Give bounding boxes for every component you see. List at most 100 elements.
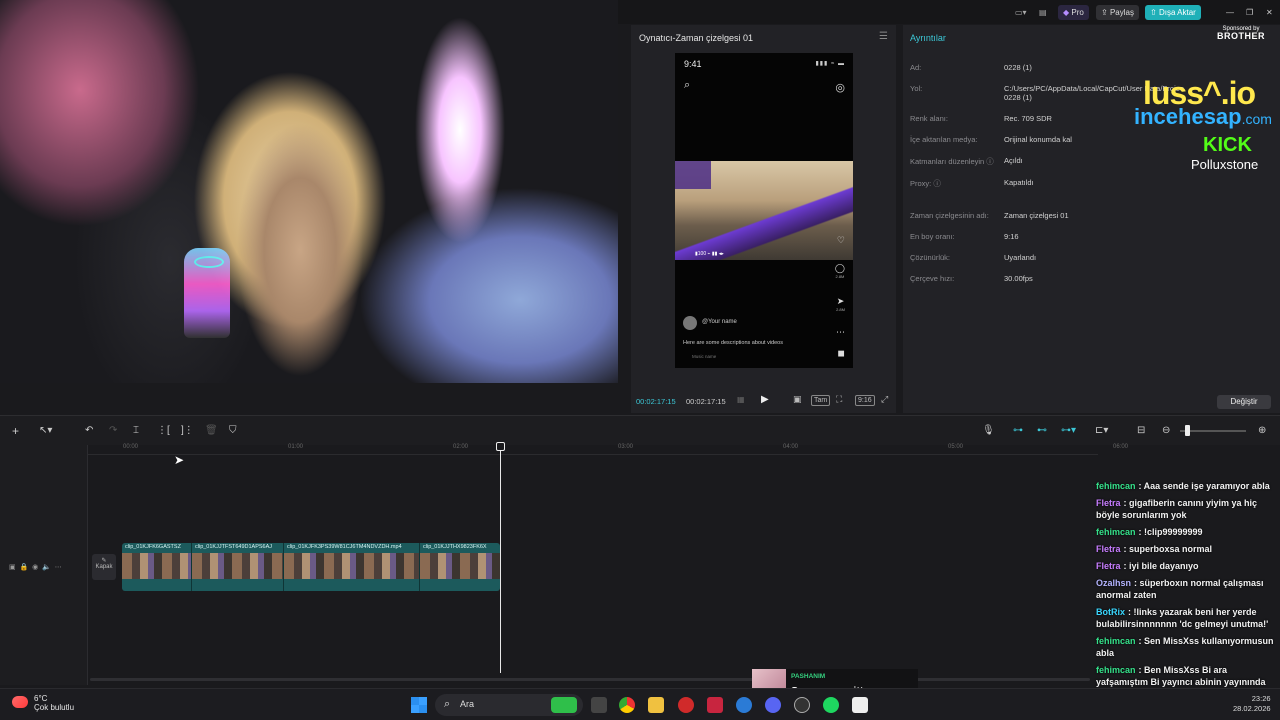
playhead-handle[interactable]: [496, 442, 505, 451]
split-left-icon[interactable]: ⋮[: [157, 425, 170, 437]
settings-icon[interactable]: [736, 697, 752, 713]
chat-message: fehimcan: Sen MissXss kullanıyormusun ab…: [1096, 635, 1280, 659]
player-title: Oynatıcı-Zaman çizelgesi 01: [639, 33, 754, 43]
timecode-total: 00:02:17:15: [686, 397, 726, 406]
capcut-icon[interactable]: [852, 697, 868, 713]
chat-username: fehimcan: [1096, 635, 1136, 646]
chat-username: Ozalhsn: [1096, 577, 1132, 588]
more-icon[interactable]: ⋯: [55, 564, 62, 571]
timeline-scrollbar[interactable]: [90, 678, 1090, 681]
ruler-label: 01:00: [288, 444, 304, 450]
phone-username: @Your name: [702, 319, 737, 325]
phone-status-icon: ▮▮▮ ≈ ▬: [815, 61, 845, 67]
video-track[interactable]: clip_01KJFK6GASTSZ clip_01KJJTFST649D1AP…: [122, 543, 500, 591]
webcam-video: [0, 0, 618, 383]
chat-message: Fletra: gigafiberin canını yiyim ya hiç …: [1096, 497, 1280, 521]
add-track-icon[interactable]: +: [12, 425, 19, 437]
play-icon[interactable]: ▶: [761, 394, 769, 405]
search-icon: ⌕: [444, 698, 451, 710]
discord-icon[interactable]: [765, 697, 781, 713]
close-icon[interactable]: ✕: [1261, 5, 1278, 20]
minimize-icon[interactable]: —: [1221, 5, 1239, 20]
change-button[interactable]: Değiştir: [1217, 395, 1271, 409]
kick-channel-name: Polluxstone: [1191, 157, 1259, 172]
windows-start-icon[interactable]: [411, 697, 427, 713]
cover-button[interactable]: ✎ Kapak: [92, 554, 116, 580]
zoom-slider-handle[interactable]: [1185, 425, 1190, 436]
phone-preview[interactable]: 9:41 ▮▮▮ ≈ ▬ ⌕ ◎ ▮100 ⌁ ▮▮ ◂▸ ♡ ◯ 2.8M ➤ 2…: [675, 53, 853, 368]
clock[interactable]: 23:26 28.02.2026: [1233, 694, 1271, 714]
video-clip[interactable]: clip_01KJFK3PS39W81CJ6TM4NDVZDH.mp4: [284, 543, 420, 591]
app-circle-icon[interactable]: [794, 697, 810, 713]
redo-icon[interactable]: ↷: [109, 425, 117, 437]
pro-icon: ◆: [1063, 8, 1070, 17]
spotify-icon[interactable]: [823, 697, 839, 713]
task-view-icon[interactable]: [591, 697, 607, 713]
search-placeholder: Ara: [460, 699, 475, 709]
artist-name: PASHANIM: [791, 673, 826, 680]
fullscreen-icon[interactable]: ⤢: [881, 394, 888, 405]
share-button[interactable]: ⇪ Paylaş: [1096, 5, 1139, 20]
search-highlight-icon: [551, 697, 577, 713]
video-clip[interactable]: clip_01KJFK6GASTSZ: [122, 543, 192, 591]
grid-icon[interactable]: ▦: [737, 395, 745, 404]
video-clip[interactable]: clip_01KJJTFST649D1APS6AJ: [192, 543, 284, 591]
app-red-icon[interactable]: [678, 697, 694, 713]
timeline-ruler[interactable]: 00:00 01:00 02:00 03:00 04:00 05:00 06:0…: [88, 444, 1128, 455]
zoom-out-icon[interactable]: ⊖: [1162, 425, 1170, 437]
zoom-in-icon[interactable]: ⊕: [1258, 425, 1266, 437]
link-main-icon[interactable]: ⊶: [1013, 425, 1023, 437]
taskbar-search[interactable]: ⌕ Ara: [435, 694, 583, 716]
lock-icon[interactable]: 🔒: [20, 564, 29, 571]
chat-username: fehimcan: [1096, 664, 1136, 675]
track-select-icon[interactable]: ▣: [9, 564, 16, 571]
export-button[interactable]: ⇧ Dışa Aktar: [1145, 5, 1201, 20]
chrome-icon[interactable]: [619, 697, 635, 713]
video-clip[interactable]: clip_01KJJTHX9823FK6X: [420, 543, 500, 591]
snapshot-icon[interactable]: ▣: [793, 394, 802, 405]
export-icon: ⇧: [1150, 8, 1157, 17]
maximize-icon[interactable]: ❐: [1241, 5, 1258, 20]
split-right-icon[interactable]: ]⋮: [181, 425, 194, 437]
layout-icon[interactable]: ▭▾: [1010, 5, 1032, 20]
fit-button[interactable]: Tam: [811, 395, 831, 406]
chat-username: Fletra: [1096, 543, 1121, 554]
timeline-area[interactable]: 00:00 01:00 02:00 03:00 04:00 05:00 06:0…: [0, 442, 1128, 685]
chat-message: BotRix: !links yazarak beni her yerde bu…: [1096, 606, 1280, 630]
phone-camera-icon: ◎: [835, 82, 845, 94]
vivaldi-icon[interactable]: [707, 697, 723, 713]
shield-icon[interactable]: ⛉: [229, 425, 237, 437]
chat-text: : !clip99999999: [1138, 526, 1203, 537]
music-disc-icon: ◼: [837, 348, 845, 358]
undo-icon[interactable]: ↶: [85, 425, 93, 437]
chat-message: fehimcan: Ben MissXss Bi ara yafşamıştım…: [1096, 664, 1280, 688]
ruler-label: 00:00: [123, 444, 139, 450]
microphone-icon[interactable]: 🎙: [982, 425, 995, 437]
chat-username: BotRix: [1096, 606, 1125, 617]
magnet-icon[interactable]: ⊷: [1037, 425, 1047, 437]
file-explorer-icon[interactable]: [648, 697, 664, 713]
crop-icon[interactable]: ⛶: [836, 394, 842, 405]
audio-icon[interactable]: 🔈: [42, 564, 51, 571]
split-icon[interactable]: ⌶: [133, 425, 139, 437]
like-icon: ♡: [836, 235, 845, 245]
weather-condition: Çok bulutlu: [34, 703, 75, 712]
facecam-thumb: [675, 161, 711, 189]
menu-icon[interactable]: ☰: [879, 31, 888, 42]
chat-text: : superboxsa normal: [1123, 543, 1213, 554]
shortcut-icon[interactable]: ▤: [1034, 5, 1052, 20]
ratio-button[interactable]: 9:16: [855, 395, 875, 406]
caption-icon[interactable]: ⊟: [1137, 425, 1145, 437]
eye-icon[interactable]: ◉: [32, 564, 38, 571]
delete-icon[interactable]: 🗑: [205, 425, 218, 437]
weather-widget[interactable]: 6°C Çok bulutlu: [12, 694, 96, 713]
select-tool-icon[interactable]: ↖▾: [39, 425, 52, 437]
incehesap-logo: incehesap.com: [1134, 104, 1272, 129]
playhead[interactable]: [500, 445, 501, 673]
timecode-current: 00:02:17:15: [636, 397, 676, 406]
pro-button[interactable]: ◆ Pro: [1058, 5, 1089, 20]
preview-axis-icon[interactable]: ⊏▾: [1095, 425, 1108, 437]
phone-time: 9:41: [684, 59, 702, 69]
link-clips-icon[interactable]: ⊶▾: [1061, 425, 1076, 437]
phone-music: Music name: [692, 354, 717, 359]
